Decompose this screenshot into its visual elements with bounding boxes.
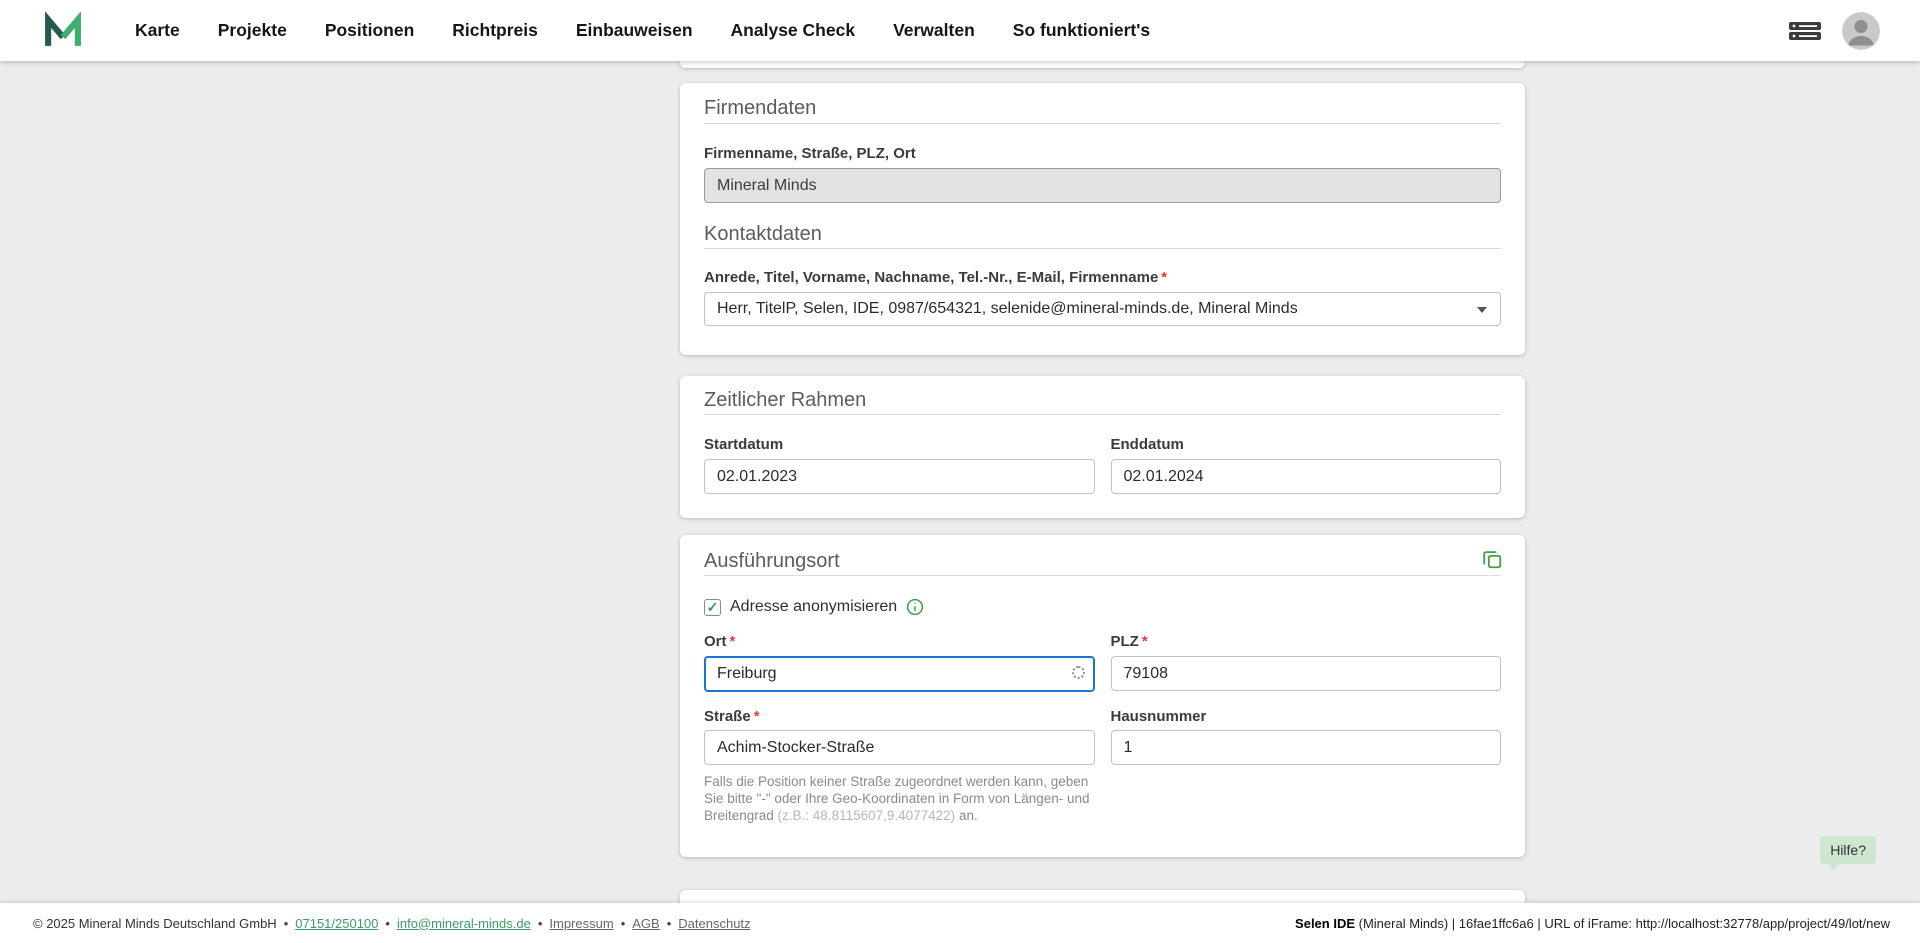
loading-spinner-icon — [1072, 666, 1085, 679]
person-icon — [1842, 12, 1880, 50]
anonymize-row: ✓ Adresse anonymisieren — [704, 597, 1501, 617]
strasse-label: Straße* — [704, 708, 1095, 726]
phone-link[interactable]: 07151/250100 — [295, 916, 378, 931]
page-content: Firmendaten Firmenname, Straße, PLZ, Ort… — [0, 61, 1920, 903]
enddatum-field: Enddatum — [1111, 436, 1502, 494]
chevron-down-icon — [1477, 307, 1487, 313]
agb-link[interactable]: AGB — [632, 916, 659, 931]
hausnummer-input[interactable] — [1111, 730, 1502, 765]
ide-name: Selen IDE — [1295, 916, 1355, 931]
nav-so-funktionierts[interactable]: So funktioniert's — [994, 0, 1169, 61]
plz-label: PLZ* — [1111, 633, 1502, 651]
divider — [704, 414, 1501, 415]
divider — [704, 123, 1501, 124]
anonymize-label: Adresse anonymisieren — [730, 598, 897, 616]
firmenname-input[interactable] — [704, 168, 1501, 203]
enddatum-input[interactable] — [1111, 459, 1502, 494]
divider — [704, 575, 1501, 576]
help-button[interactable]: Hilfe? — [1820, 836, 1876, 864]
strasse-input[interactable] — [704, 730, 1095, 765]
ausfuehrungsort-title: Ausführungsort — [704, 549, 1501, 573]
nav-richtpreis[interactable]: Richtpreis — [433, 0, 557, 61]
anonymize-checkbox[interactable]: ✓ — [704, 599, 721, 616]
main-nav: Karte Projekte Positionen Richtpreis Ein… — [116, 0, 1169, 61]
footer: © 2025 Mineral Minds Deutschland GmbH • … — [0, 903, 1920, 943]
ort-label: Ort* — [704, 633, 1095, 651]
footer-status: Selen IDE (Mineral Minds) | 16fae1ffc6a6… — [1295, 916, 1890, 931]
startdatum-input[interactable] — [704, 459, 1095, 494]
nav-positionen[interactable]: Positionen — [306, 0, 433, 61]
email-link[interactable]: info@mineral-minds.de — [397, 916, 531, 931]
navbar-right — [1788, 12, 1880, 50]
hausnummer-label: Hausnummer — [1111, 708, 1502, 726]
enddatum-label: Enddatum — [1111, 436, 1502, 454]
server-icon[interactable] — [1788, 19, 1822, 43]
footer-left: © 2025 Mineral Minds Deutschland GmbH • … — [33, 916, 751, 931]
contact-select-value: Herr, TitelP, Selen, IDE, 0987/654321, s… — [717, 300, 1298, 318]
copy-icon[interactable] — [1481, 548, 1503, 570]
contact-select[interactable]: Herr, TitelP, Selen, IDE, 0987/654321, s… — [704, 292, 1501, 326]
zeitlicher-rahmen-card: Zeitlicher Rahmen Startdatum Enddatum — [680, 376, 1525, 518]
firmendaten-title: Firmendaten — [704, 96, 1501, 120]
hausnummer-field: Hausnummer — [1111, 708, 1502, 765]
card-partial-top — [680, 61, 1525, 68]
required-marker: * — [754, 708, 760, 725]
startdatum-label: Startdatum — [704, 436, 1095, 454]
copyright-text: © 2025 Mineral Minds Deutschland GmbH — [33, 916, 277, 931]
required-marker: * — [1142, 633, 1148, 650]
ausfuehrungsort-card: Ausführungsort ✓ Adresse anonymisieren — [680, 535, 1525, 857]
nav-karte[interactable]: Karte — [116, 0, 199, 61]
zeitraum-title: Zeitlicher Rahmen — [704, 388, 1501, 412]
ort-field: Ort* — [704, 633, 1095, 692]
kontakt-label: Anrede, Titel, Vorname, Nachname, Tel.-N… — [704, 269, 1501, 287]
required-marker: * — [1161, 269, 1167, 286]
ort-input[interactable] — [704, 656, 1095, 692]
footer-separator: • — [667, 916, 672, 931]
nav-verwalten[interactable]: Verwalten — [874, 0, 994, 61]
top-navbar: Karte Projekte Positionen Richtpreis Ein… — [0, 0, 1920, 61]
mineral-minds-logo-icon — [42, 10, 84, 52]
footer-separator: • — [538, 916, 543, 931]
geo-example: (z.B.: 48.8115607,9.4077422) — [778, 808, 956, 823]
impressum-link[interactable]: Impressum — [549, 916, 613, 931]
info-icon[interactable] — [906, 598, 924, 616]
datenschutz-link[interactable]: Datenschutz — [678, 916, 750, 931]
footer-separator: • — [385, 916, 390, 931]
strasse-field: Straße* — [704, 708, 1095, 765]
app-logo[interactable] — [42, 10, 84, 52]
nav-projekte[interactable]: Projekte — [199, 0, 306, 61]
required-marker: * — [730, 633, 736, 650]
nav-einbauweisen[interactable]: Einbauweisen — [557, 0, 712, 61]
nav-analyse-check[interactable]: Analyse Check — [712, 0, 875, 61]
kontaktdaten-title: Kontaktdaten — [704, 222, 1501, 246]
firmenname-label: Firmenname, Straße, PLZ, Ort — [704, 145, 1501, 163]
firmendaten-card: Firmendaten Firmenname, Straße, PLZ, Ort… — [680, 83, 1525, 355]
ide-status-text: (Mineral Minds) | 16fae1ffc6a6 | URL of … — [1355, 916, 1890, 931]
plz-input[interactable] — [1111, 656, 1502, 691]
user-avatar[interactable] — [1842, 12, 1880, 50]
startdatum-field: Startdatum — [704, 436, 1095, 494]
check-icon: ✓ — [707, 600, 719, 614]
plz-field: PLZ* — [1111, 633, 1502, 692]
divider — [704, 248, 1501, 249]
footer-separator: • — [621, 916, 626, 931]
footer-separator: • — [284, 916, 289, 931]
street-hint: Falls die Position keiner Straße zugeord… — [704, 773, 1501, 824]
